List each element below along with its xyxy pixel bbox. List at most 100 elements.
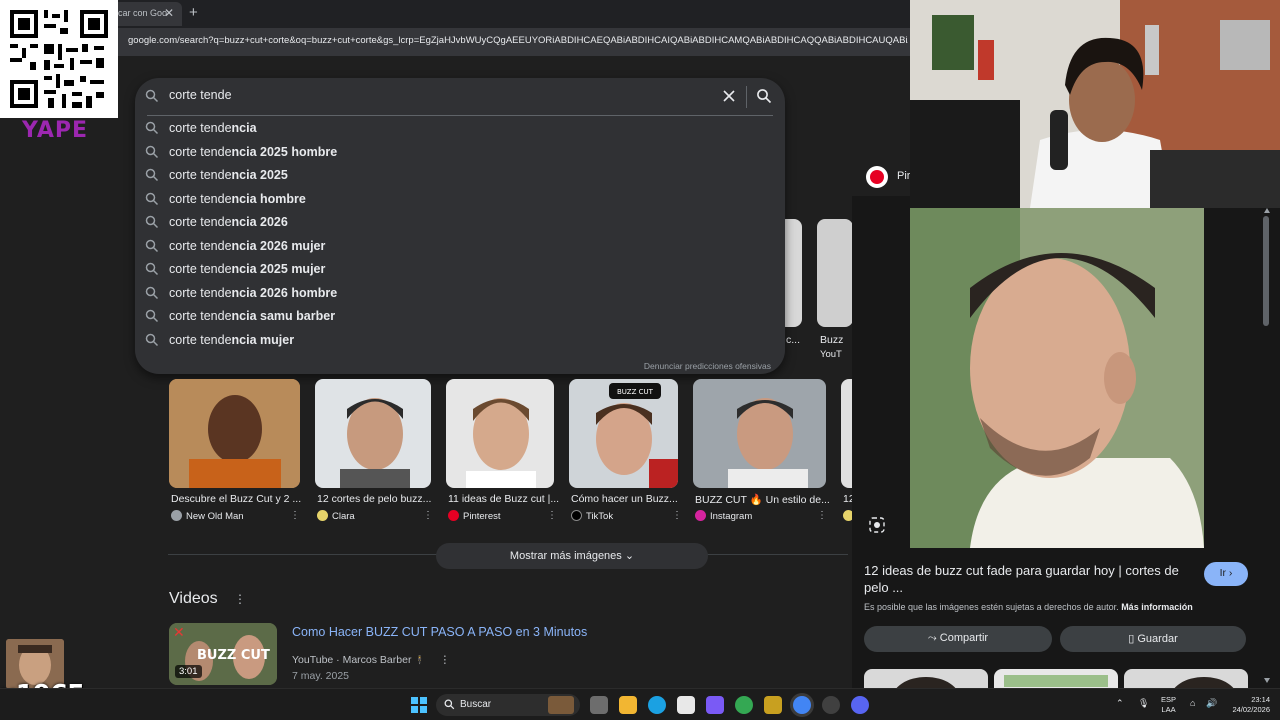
- lens-icon[interactable]: [869, 517, 885, 533]
- suggestion-item[interactable]: corte tendencia 2026 mujer: [135, 236, 785, 258]
- suggestion-prefix: corte tende: [169, 145, 232, 159]
- image-thumb[interactable]: [315, 379, 431, 488]
- scroll-up-icon[interactable]: [1264, 208, 1270, 213]
- more-options-icon[interactable]: ⋮: [423, 510, 433, 521]
- source-name: Clara: [332, 511, 355, 522]
- suggestion-completion: ncia 2025 mujer: [231, 262, 326, 276]
- instagram-icon: [695, 510, 706, 521]
- windows-start-icon[interactable]: [411, 697, 427, 713]
- image-thumb[interactable]: [446, 379, 554, 488]
- partial-image-thumb[interactable]: [817, 219, 853, 327]
- suggestion-completion: ncia 2026: [231, 215, 288, 229]
- suggestion-completion: ncia mujer: [231, 333, 295, 347]
- show-more-images-button[interactable]: Mostrar más imágenes ⌄: [436, 543, 708, 569]
- panel-scrollbar[interactable]: [1262, 208, 1270, 688]
- image-thumb[interactable]: [693, 379, 826, 488]
- discord-icon[interactable]: [851, 696, 869, 714]
- microphone-icon[interactable]: 🎙: [1138, 698, 1149, 709]
- videos-more-icon[interactable]: ⋮: [234, 592, 246, 606]
- search-row[interactable]: corte tende: [135, 78, 785, 116]
- image-thumb[interactable]: [841, 379, 852, 488]
- image-card[interactable]: BUZZ CUT 🔥 Un estilo de... Instagram ⋮: [693, 379, 830, 527]
- video-title-link[interactable]: Como Hacer BUZZ CUT PASO A PASO en 3 Min…: [292, 625, 587, 639]
- search-input[interactable]: corte tende: [169, 88, 232, 102]
- suggestion-item[interactable]: corte tendencia 2025 hombre: [135, 142, 785, 164]
- language-indicator[interactable]: ESP LAA: [1161, 695, 1176, 715]
- panel-title[interactable]: 12 ideas de buzz cut fade para guardar h…: [864, 562, 1194, 596]
- url-text[interactable]: google.com/search?q=buzz+cut+corte&oq=bu…: [128, 35, 908, 46]
- scroll-down-icon[interactable]: [1264, 678, 1270, 683]
- suggestion-item[interactable]: corte tendencia hombre: [135, 189, 785, 211]
- suggestion-item[interactable]: corte tendencia mujer: [135, 330, 785, 352]
- tab-close-icon[interactable]: ✕: [164, 6, 174, 20]
- address-bar[interactable]: google.com/search?q=buzz+cut+corte&oq=bu…: [0, 28, 910, 56]
- scrollbar-thumb[interactable]: [1263, 216, 1269, 326]
- image-caption: Descubre el Buzz Cut y 2 ...: [171, 493, 302, 505]
- save-button[interactable]: ▯ Guardar: [1060, 626, 1246, 652]
- suggestion-text: corte tendencia 2026 hombre: [169, 286, 337, 300]
- report-predictions-link[interactable]: Denunciar predicciones ofensivas: [644, 361, 771, 371]
- search-submit-icon[interactable]: [756, 88, 772, 104]
- go-button[interactable]: Ir ›: [1204, 562, 1248, 586]
- image-caption: Cómo hacer un Buzz...: [571, 493, 678, 505]
- go-label: Ir: [1219, 567, 1226, 579]
- volume-icon[interactable]: 🔊: [1206, 698, 1217, 709]
- image-thumb[interactable]: BUZZ CUT: [569, 379, 678, 488]
- suggestion-completion: ncia 2026 mujer: [231, 239, 326, 253]
- search-highlight-icon: [548, 696, 574, 714]
- suggestion-item[interactable]: corte tendencia 2025 mujer: [135, 259, 785, 281]
- suggestion-prefix: corte tende: [169, 239, 232, 253]
- image-thumb[interactable]: [169, 379, 300, 488]
- edge-icon[interactable]: [648, 696, 666, 714]
- suggestion-item[interactable]: corte tendencia samu barber: [135, 306, 785, 328]
- tiktok-icon: [571, 510, 582, 521]
- suggestion-text: corte tendencia 2025 mujer: [169, 262, 325, 276]
- share-button[interactable]: ⤳ Compartir: [864, 626, 1052, 652]
- video-channel: YouTube · Marcos Barber: [292, 654, 412, 666]
- suggestion-text: corte tendencia samu barber: [169, 309, 335, 323]
- suggestion-item[interactable]: corte tendencia 2025: [135, 165, 785, 187]
- image-card[interactable]: BUZZ CUT Cómo hacer un Buzz... TikTok ⋮: [569, 379, 682, 527]
- taskbar-search[interactable]: Buscar: [436, 694, 580, 716]
- snipping-tool-icon[interactable]: [677, 696, 695, 714]
- suggestion-item[interactable]: corte tendencia: [135, 118, 785, 140]
- copyright-notice: Es posible que las imágenes estén sujeta…: [864, 602, 1193, 612]
- search-icon: [145, 192, 159, 206]
- file-explorer-icon[interactable]: [619, 696, 637, 714]
- more-info-link[interactable]: Más información: [1121, 602, 1193, 612]
- new-tab-icon[interactable]: +: [189, 4, 198, 21]
- more-options-icon[interactable]: ⋮: [672, 510, 682, 521]
- suggestion-completion: ncia: [231, 121, 257, 135]
- preview-image[interactable]: [910, 208, 1204, 548]
- network-icon[interactable]: ⌂: [1190, 698, 1195, 708]
- copilot-icon[interactable]: [706, 696, 724, 714]
- suggestion-text: corte tendencia mujer: [169, 333, 294, 347]
- suggestion-text: corte tendencia hombre: [169, 192, 306, 206]
- image-card[interactable]: 11 ideas de Buzz cut |... Pinterest ⋮: [446, 379, 559, 527]
- webcam-overlay: [910, 0, 1280, 208]
- chevron-down-icon: ⌄: [624, 550, 635, 562]
- image-card[interactable]: 12 cortes de pelo buzz... Clara ⋮: [315, 379, 433, 527]
- suggestion-item[interactable]: corte tendencia 2026 hombre: [135, 283, 785, 305]
- clear-icon[interactable]: [722, 89, 736, 103]
- video-more-icon[interactable]: ⋮: [440, 654, 451, 666]
- image-card[interactable]: Descubre el Buzz Cut y 2 ... New Old Man…: [169, 379, 301, 527]
- task-view-icon[interactable]: [590, 696, 608, 714]
- more-options-icon[interactable]: ⋮: [290, 510, 300, 521]
- clock[interactable]: 23:14 24/02/2026: [1226, 695, 1270, 715]
- source-icon: [171, 510, 182, 521]
- more-options-icon[interactable]: ⋮: [547, 510, 557, 521]
- chrome-active-icon[interactable]: [793, 696, 811, 714]
- suggestion-item[interactable]: corte tendencia 2026: [135, 212, 785, 234]
- suggestion-prefix: corte tende: [169, 121, 232, 135]
- svg-text:BUZZ CUT: BUZZ CUT: [617, 388, 654, 396]
- more-options-icon[interactable]: ⋮: [817, 510, 827, 521]
- chrome-icon[interactable]: [735, 696, 753, 714]
- tray-chevron-icon[interactable]: ⌃: [1116, 698, 1124, 709]
- app-m-icon[interactable]: [764, 696, 782, 714]
- obs-icon[interactable]: [822, 696, 840, 714]
- image-card[interactable]: 12: [841, 379, 852, 527]
- image-caption: 12: [843, 493, 852, 505]
- suggestion-text: corte tendencia: [169, 121, 257, 135]
- search-icon: [145, 168, 159, 182]
